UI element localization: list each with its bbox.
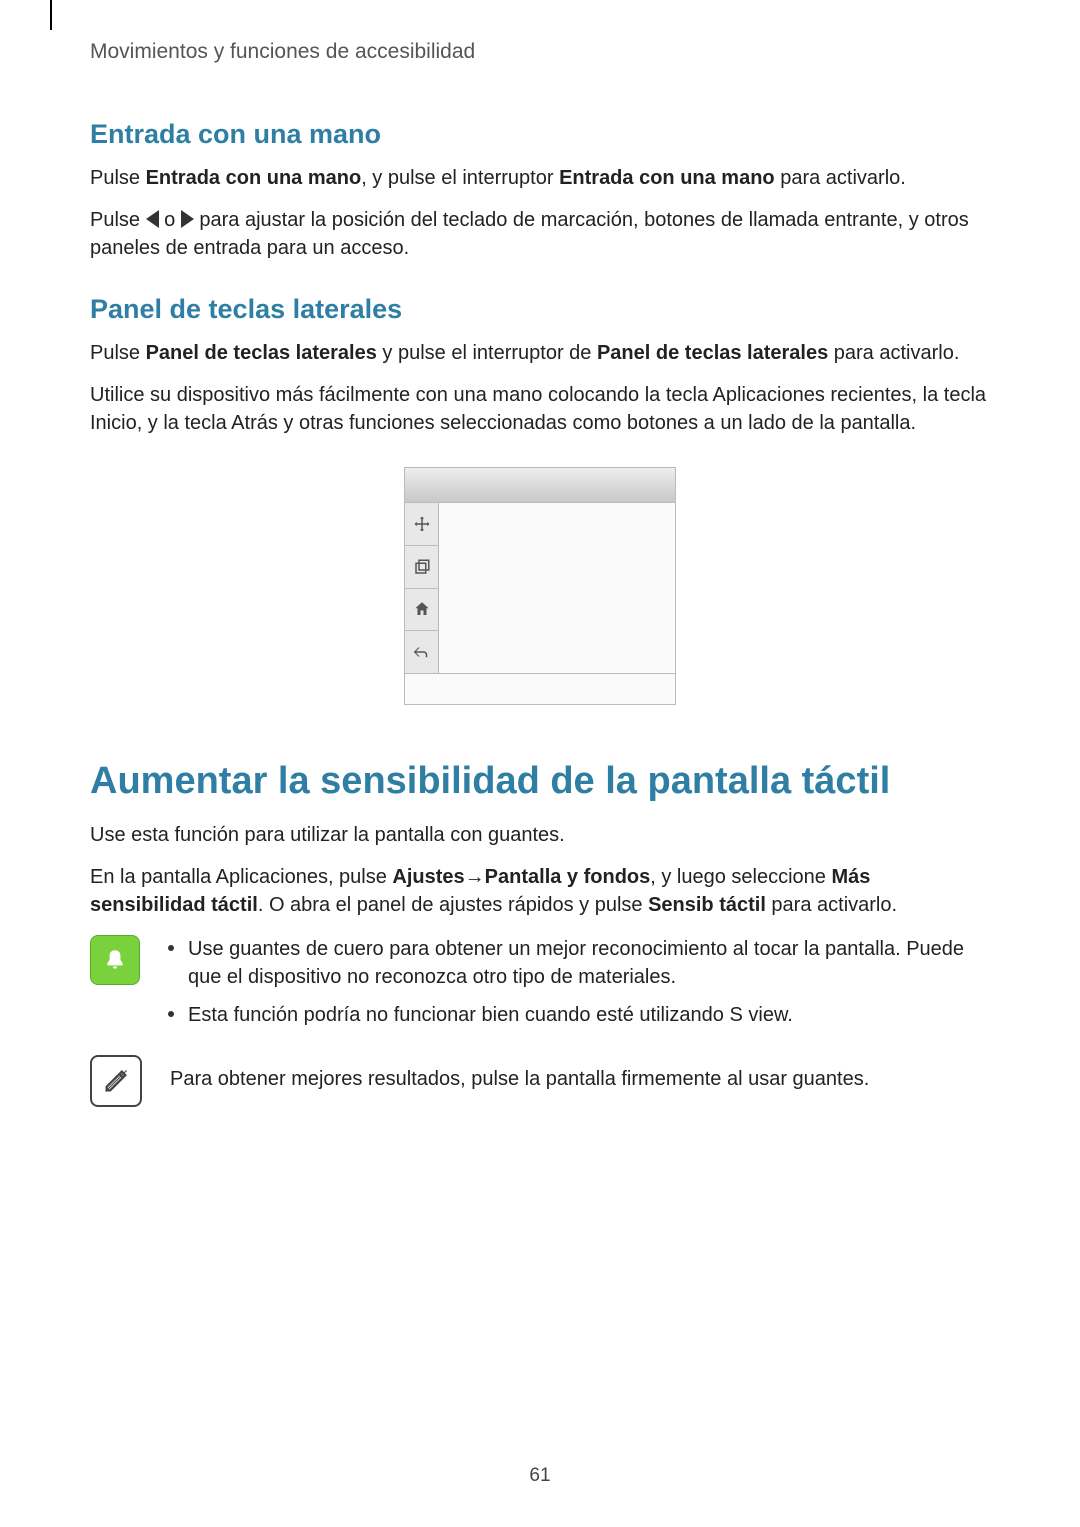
bold-text: Entrada con una mano xyxy=(146,167,362,189)
bullet-text: Esta función podría no funcionar bien cu… xyxy=(188,1001,793,1029)
heading-panel: Panel de teclas laterales xyxy=(90,294,990,325)
page-header: Movimientos y funciones de accesibilidad xyxy=(90,40,990,64)
bold-text: Sensib táctil xyxy=(648,894,766,916)
bold-text: Panel de teclas laterales xyxy=(146,342,377,364)
heading-sensibilidad: Aumentar la sensibilidad de la pantalla … xyxy=(90,760,990,803)
triangle-right-icon xyxy=(181,210,194,228)
heading-entrada: Entrada con una mano xyxy=(90,119,990,150)
text: En la pantalla Aplicaciones, pulse xyxy=(90,866,392,888)
paragraph: Utilice su dispositivo más fácilmente co… xyxy=(90,381,990,437)
paragraph: Pulse Entrada con una mano, y pulse el i… xyxy=(90,164,990,192)
text: para activarlo. xyxy=(775,167,906,189)
text: Pulse xyxy=(90,342,146,364)
bullet-text: Use guantes de cuero para obtener un mej… xyxy=(188,935,990,991)
bullet-dot-icon xyxy=(168,945,174,951)
recent-apps-icon xyxy=(405,546,439,589)
document-page: Movimientos y funciones de accesibilidad… xyxy=(0,0,1080,1527)
phone-figure xyxy=(404,467,676,705)
text: para ajustar la posición del teclado de … xyxy=(90,209,969,259)
paragraph: Pulse o para ajustar la posición del tec… xyxy=(90,206,990,262)
bullet-item: Esta función podría no funcionar bien cu… xyxy=(168,1001,990,1029)
note-content: Use guantes de cuero para obtener un mej… xyxy=(168,935,990,1039)
bold-text: Entrada con una mano xyxy=(559,167,775,189)
arrow-separator: → xyxy=(465,863,485,891)
text: Pulse xyxy=(90,167,146,189)
note-content: Para obtener mejores resultados, pulse l… xyxy=(170,1055,990,1107)
phone-content-area xyxy=(439,503,675,673)
phone-status-bar xyxy=(405,468,675,503)
triangle-left-icon xyxy=(146,210,159,228)
text: para activarlo. xyxy=(766,894,897,916)
paragraph: Use esta función para utilizar la pantal… xyxy=(90,821,990,849)
bold-text: Ajustes xyxy=(392,866,464,888)
paragraph: En la pantalla Aplicaciones, pulse Ajust… xyxy=(90,863,990,919)
text: , y luego seleccione xyxy=(650,866,831,888)
home-icon xyxy=(405,589,439,632)
phone-bottom-bar xyxy=(405,673,675,704)
bold-text: Panel de teclas laterales xyxy=(597,342,828,364)
bullet-item: Use guantes de cuero para obtener un mej… xyxy=(168,935,990,991)
bell-icon xyxy=(90,935,140,985)
text: y pulse el interruptor de xyxy=(377,342,597,364)
note-pencil-icon xyxy=(90,1055,142,1107)
text: Pulse xyxy=(90,209,146,231)
text: . O abra el panel de ajustes rápidos y p… xyxy=(258,894,648,916)
figure-container xyxy=(90,467,990,705)
side-key-panel xyxy=(405,503,439,673)
paragraph: Pulse Panel de teclas laterales y pulse … xyxy=(90,339,990,367)
note-block-alert: Use guantes de cuero para obtener un mej… xyxy=(90,935,990,1039)
note-block-info: Para obtener mejores resultados, pulse l… xyxy=(90,1055,990,1107)
bold-text: Pantalla y fondos xyxy=(485,866,651,888)
back-icon xyxy=(405,631,439,673)
text: o xyxy=(159,209,181,231)
bullet-dot-icon xyxy=(168,1011,174,1017)
text: , y pulse el interruptor xyxy=(361,167,559,189)
note-text: Para obtener mejores resultados, pulse l… xyxy=(170,1065,990,1093)
move-icon xyxy=(405,503,439,546)
page-ornament xyxy=(50,0,62,30)
page-number: 61 xyxy=(0,1465,1080,1487)
phone-body xyxy=(405,503,675,673)
text: para activarlo. xyxy=(828,342,959,364)
